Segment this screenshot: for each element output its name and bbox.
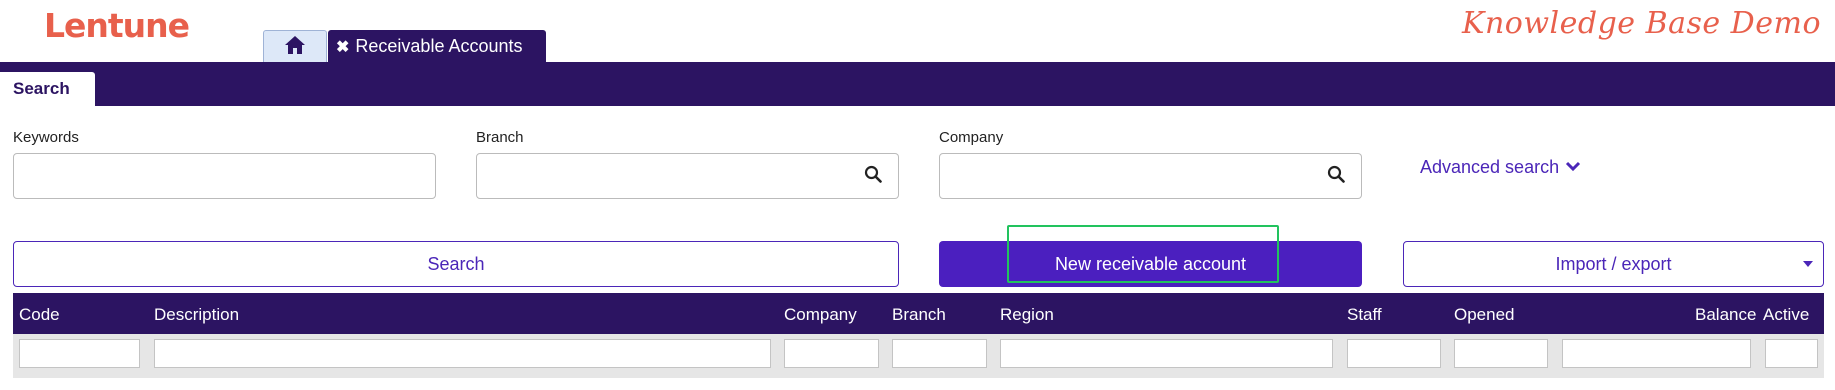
close-icon[interactable]: ✖: [336, 37, 349, 57]
app-logo: Lentune: [44, 6, 190, 45]
filter-company[interactable]: [784, 339, 879, 368]
keywords-label: Keywords: [13, 129, 79, 146]
top-nav-bar: [0, 62, 1835, 106]
column-header-branch[interactable]: Branch: [892, 305, 946, 325]
column-header-description[interactable]: Description: [154, 305, 239, 325]
filter-staff[interactable]: [1347, 339, 1441, 368]
branch-label: Branch: [476, 129, 524, 146]
filter-region[interactable]: [1000, 339, 1333, 368]
search-button[interactable]: Search: [13, 241, 899, 287]
filter-description[interactable]: [154, 339, 771, 368]
branch-input[interactable]: [476, 153, 848, 199]
tab-receivable-accounts[interactable]: ✖ Receivable Accounts: [328, 30, 546, 63]
search-icon: [864, 165, 882, 188]
tab-label: Receivable Accounts: [355, 36, 523, 56]
caret-down-icon: [1803, 261, 1813, 267]
column-header-region[interactable]: Region: [1000, 305, 1054, 325]
column-header-balance[interactable]: Balance: [1695, 305, 1756, 325]
keywords-input[interactable]: [13, 153, 436, 199]
company-input[interactable]: [939, 153, 1311, 199]
column-header-code[interactable]: Code: [19, 305, 60, 325]
import-export-label: Import / export: [1555, 253, 1672, 274]
filter-active[interactable]: [1765, 339, 1818, 368]
column-header-opened[interactable]: Opened: [1454, 305, 1515, 325]
tab-search[interactable]: Search: [0, 72, 95, 106]
search-icon: [1327, 165, 1345, 188]
knowledge-base-banner: Knowledge Base Demo: [1462, 6, 1821, 41]
branch-lookup-button[interactable]: [847, 153, 899, 199]
filter-balance[interactable]: [1562, 339, 1751, 368]
company-label: Company: [939, 129, 1004, 146]
import-export-dropdown[interactable]: Import / export: [1403, 241, 1824, 287]
filter-code[interactable]: [19, 339, 140, 368]
column-header-active[interactable]: Active: [1763, 305, 1809, 325]
home-icon: [284, 35, 306, 60]
chevron-down-icon: [1565, 157, 1581, 178]
tab-home[interactable]: [263, 30, 327, 63]
column-header-company[interactable]: Company: [784, 305, 857, 325]
column-header-staff[interactable]: Staff: [1347, 305, 1382, 325]
company-lookup-button[interactable]: [1310, 153, 1362, 199]
new-receivable-account-button[interactable]: New receivable account: [939, 241, 1362, 287]
advanced-search-label: Advanced search: [1420, 157, 1560, 177]
filter-opened[interactable]: [1454, 339, 1548, 368]
filter-branch[interactable]: [892, 339, 987, 368]
advanced-search-toggle[interactable]: Advanced search: [1420, 157, 1581, 178]
